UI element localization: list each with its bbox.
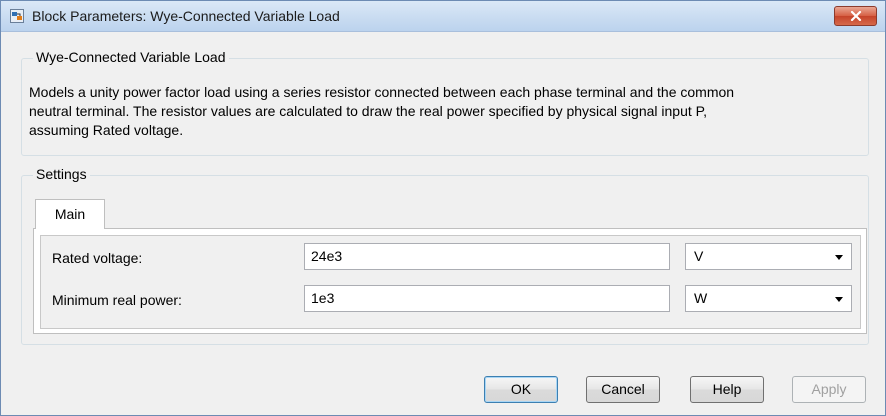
cancel-button[interactable]: Cancel bbox=[586, 376, 660, 403]
title-bar[interactable]: Block Parameters: Wye-Connected Variable… bbox=[1, 1, 885, 32]
minimum-real-power-unit-select[interactable]: W bbox=[685, 285, 852, 312]
chevron-down-icon bbox=[835, 255, 843, 260]
rated-voltage-field[interactable]: 24e3 bbox=[304, 243, 670, 270]
rated-voltage-unit: V bbox=[694, 248, 704, 264]
minimum-real-power-field[interactable]: 1e3 bbox=[304, 285, 670, 312]
window-title: Block Parameters: Wye-Connected Variable… bbox=[32, 8, 340, 24]
minimum-real-power-label: Minimum real power: bbox=[52, 292, 182, 308]
block-description: Models a unity power factor load using a… bbox=[29, 83, 869, 140]
dialog-window: Block Parameters: Wye-Connected Variable… bbox=[0, 0, 886, 416]
rated-voltage-label: Rated voltage: bbox=[52, 250, 143, 266]
close-button[interactable] bbox=[834, 6, 877, 26]
description-line: Models a unity power factor load using a… bbox=[29, 84, 735, 100]
minimum-real-power-unit: W bbox=[694, 290, 708, 306]
description-line: neutral terminal. The resistor values ar… bbox=[29, 103, 708, 119]
parameters-form: Rated voltage: 24e3 V Minimum real power… bbox=[40, 235, 861, 329]
close-icon bbox=[850, 11, 861, 21]
rated-voltage-unit-select[interactable]: V bbox=[685, 243, 852, 270]
tab-main[interactable]: Main bbox=[35, 199, 105, 229]
ok-button[interactable]: OK bbox=[484, 376, 558, 403]
settings-group-title: Settings bbox=[33, 166, 90, 182]
description-line: assuming Rated voltage. bbox=[29, 122, 184, 138]
description-group-title: Wye-Connected Variable Load bbox=[33, 49, 229, 65]
help-button[interactable]: Help bbox=[690, 376, 764, 403]
chevron-down-icon bbox=[835, 297, 843, 302]
apply-button[interactable]: Apply bbox=[792, 376, 866, 403]
simulink-block-icon bbox=[10, 9, 24, 23]
